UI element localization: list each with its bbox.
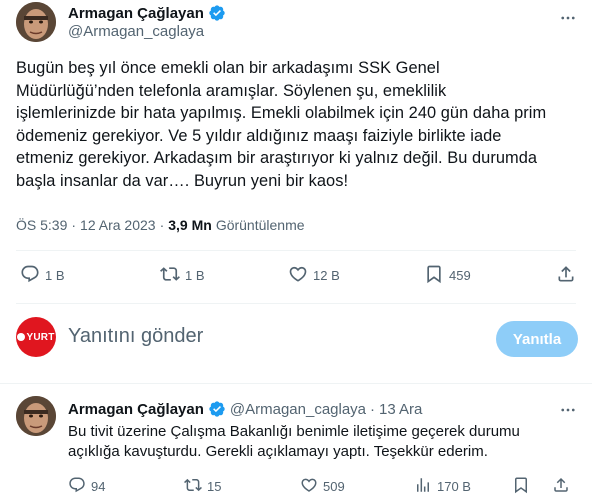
author-display-name[interactable]: Armagan Çağlayan [68,5,204,22]
star-icon [17,333,26,341]
bookmark-button[interactable]: 459 [424,264,471,287]
verified-badge-icon [208,4,226,22]
repost-button[interactable]: 15 [184,476,221,497]
heart-icon [288,264,308,287]
share-upload-icon [552,476,570,497]
meta-separator: · [159,217,165,233]
main-tweet: Armagan Çağlayan @Armagan_caglaya Bugün … [0,0,592,304]
repost-arrows-icon [184,476,202,497]
tweet-text: Bugün beş yıl önce emekli olan bir arkad… [16,59,547,190]
yurt-avatar[interactable]: YURT [16,317,56,357]
reply-date[interactable]: 13 Ara [379,401,422,418]
like-button[interactable]: 12 B [288,264,340,287]
author-handle[interactable]: @Armagan_caglaya [68,23,204,40]
repost-count: 1 B [185,268,205,283]
bookmark-icon [424,264,444,287]
views-button[interactable]: 170 B [414,476,471,497]
reply-count: 1 B [45,268,65,283]
reply-tweet-text: Bu tivit üzerine Çalışma Bakanlığı benim… [68,423,520,460]
more-dots-icon[interactable] [558,8,578,28]
more-dots-icon[interactable] [558,400,578,420]
repost-count: 15 [207,479,222,494]
views-count: 3,9 Mn [168,217,212,233]
reply-submit-button[interactable]: Yanıtla [496,321,578,357]
reply-compose: YURT Yanıtla [0,305,592,375]
author-name-row: Armagan Çağlayan [68,4,226,22]
tweet-actions: 1 B 1 B 12 B 459 [16,264,576,290]
share-button[interactable] [556,264,576,287]
tweet-date[interactable]: 12 Ara 2023 [80,217,156,233]
bookmark-button[interactable] [512,476,530,497]
repost-arrows-icon [160,264,180,287]
share-button[interactable] [552,476,570,497]
reply-count: 94 [91,479,106,494]
like-count: 12 B [313,268,340,283]
like-button[interactable]: 509 [300,476,345,497]
like-count: 509 [323,479,345,494]
reply-header: Armagan Çağlayan @Armagan_caglaya · 13 A… [68,400,422,418]
reply-bubble-icon [20,264,40,287]
bookmark-icon [512,476,530,497]
tweet-time[interactable]: ÖS 5:39 [16,217,67,233]
tweet-meta: ÖS 5:39 · 12 Ara 2023 · 3,9 Mn Görüntüle… [16,217,305,233]
yurt-logo-text: YURT [17,332,54,343]
meta-separator: · [71,217,77,233]
reply-input[interactable] [68,325,468,348]
heart-icon [300,476,318,497]
reply-bubble-icon [68,476,86,497]
divider [16,250,576,251]
reply-author-name[interactable]: Armagan Çağlayan [68,401,204,418]
meta-separator: · [370,400,376,418]
reply-author-handle[interactable]: @Armagan_caglaya [230,401,366,418]
reply-author-avatar[interactable] [16,396,56,436]
verified-badge-icon [208,400,226,418]
author-avatar[interactable] [16,2,56,42]
repost-button[interactable]: 1 B [160,264,205,287]
bookmark-count: 459 [449,268,471,283]
share-upload-icon [556,264,576,287]
reply-tweet[interactable]: Armagan Çağlayan @Armagan_caglaya · 13 A… [0,384,592,500]
reply-button[interactable]: 1 B [20,264,65,287]
reply-button[interactable]: 94 [68,476,105,497]
views-label: Görüntülenme [215,217,305,233]
reply-tweet-actions: 94 15 509 170 B [68,476,580,496]
divider [16,303,576,304]
bar-chart-icon [414,476,432,497]
views-count: 170 B [437,479,471,494]
